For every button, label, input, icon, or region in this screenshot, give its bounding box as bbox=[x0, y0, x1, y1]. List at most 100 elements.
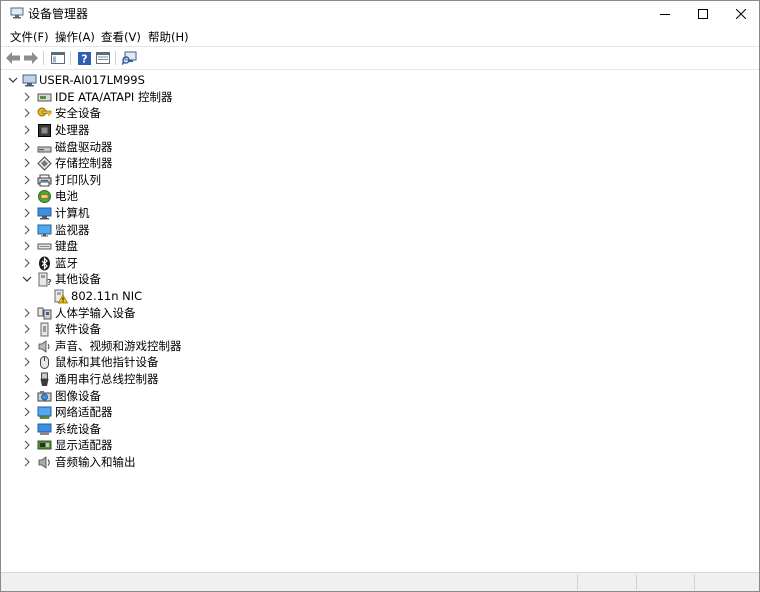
tree-category-label: 鼠标和其他指针设备 bbox=[55, 355, 159, 370]
root-computer-name: USER-AI017LM99S bbox=[39, 73, 145, 87]
chevron-right-icon[interactable] bbox=[22, 92, 32, 102]
disk-drive-icon bbox=[37, 146, 52, 153]
usb-icon bbox=[40, 372, 49, 386]
svg-text:?: ? bbox=[47, 278, 52, 287]
tree-category-label: 磁盘驱动器 bbox=[55, 139, 113, 154]
computer-icon bbox=[37, 207, 52, 220]
help-button[interactable]: ? bbox=[75, 49, 93, 67]
status-bar bbox=[1, 572, 759, 591]
tree-category-label: 存储控制器 bbox=[55, 156, 113, 171]
tree-category-label: 声音、视频和游戏控制器 bbox=[55, 338, 182, 353]
chevron-right-icon[interactable] bbox=[22, 191, 32, 201]
forward-button[interactable] bbox=[22, 49, 40, 67]
toolbar-separator bbox=[70, 51, 71, 65]
menu-file[interactable]: 文件(F) bbox=[10, 28, 49, 46]
tree-category-label: 软件设备 bbox=[55, 322, 101, 337]
network-adapter-icon bbox=[37, 406, 52, 419]
close-icon bbox=[736, 9, 746, 19]
show-console-tree-button[interactable] bbox=[49, 49, 67, 67]
minimize-button[interactable] bbox=[647, 1, 683, 27]
tree-category-label: 图像设备 bbox=[55, 388, 101, 403]
properties-icon bbox=[96, 52, 110, 64]
scan-hardware-button[interactable] bbox=[120, 49, 138, 67]
back-arrow-icon bbox=[6, 52, 20, 64]
hid-icon bbox=[37, 307, 52, 320]
tree-category-label: 通用串行总线控制器 bbox=[55, 372, 159, 386]
tree-device-label: 802.11n NIC bbox=[71, 289, 143, 303]
chevron-right-icon[interactable] bbox=[22, 424, 32, 434]
properties-button[interactable] bbox=[94, 49, 112, 67]
tree-category-label: 网络适配器 bbox=[55, 405, 113, 420]
toolbar: ? bbox=[1, 46, 759, 70]
tree-category-label: 系统设备 bbox=[55, 421, 101, 436]
maximize-button[interactable] bbox=[685, 1, 721, 27]
menu-bar: 文件(F) 操作(A) 查看(V) 帮助(H) bbox=[1, 28, 759, 46]
maximize-icon bbox=[698, 9, 708, 19]
chevron-right-icon[interactable] bbox=[22, 391, 32, 401]
menu-help[interactable]: 帮助(H) bbox=[148, 28, 189, 46]
minimize-icon bbox=[660, 14, 670, 15]
chevron-right-icon[interactable] bbox=[22, 158, 32, 168]
tree-category-label: 其他设备 bbox=[55, 272, 101, 287]
chevron-down-icon[interactable] bbox=[22, 274, 32, 284]
close-button[interactable] bbox=[723, 1, 759, 27]
tree-category-label: 处理器 bbox=[55, 123, 90, 137]
chevron-right-icon[interactable] bbox=[22, 142, 32, 152]
camera-icon bbox=[37, 390, 52, 402]
chevron-right-icon[interactable] bbox=[22, 308, 32, 318]
scan-hardware-icon bbox=[121, 51, 136, 65]
chevron-right-icon[interactable] bbox=[22, 374, 32, 384]
chevron-right-icon[interactable] bbox=[22, 407, 32, 417]
chevron-right-icon[interactable] bbox=[22, 108, 32, 118]
back-button[interactable] bbox=[4, 49, 22, 67]
tree-category-label: 计算机 bbox=[55, 206, 90, 220]
tree-category-label: 音频输入和输出 bbox=[55, 455, 136, 469]
computer-root-icon bbox=[22, 74, 37, 87]
status-bar-divider bbox=[636, 575, 637, 590]
chevron-right-icon[interactable] bbox=[22, 125, 32, 135]
system-device-icon bbox=[37, 423, 52, 435]
other-devices-icon: ? bbox=[38, 272, 52, 287]
tree-category-label: 人体学输入设备 bbox=[55, 305, 136, 320]
storage-controller-icon bbox=[37, 156, 52, 171]
chevron-right-icon[interactable] bbox=[22, 324, 32, 334]
keyboard-icon bbox=[37, 243, 52, 250]
tree-category-label: 键盘 bbox=[55, 239, 78, 254]
svg-text:?: ? bbox=[81, 52, 87, 65]
audio-io-icon bbox=[38, 456, 50, 469]
tree-category-label: 监视器 bbox=[55, 222, 90, 237]
ide-controller-icon bbox=[37, 93, 52, 102]
chevron-right-icon[interactable] bbox=[22, 241, 32, 251]
chevron-right-icon[interactable] bbox=[22, 440, 32, 450]
mouse-icon bbox=[40, 356, 49, 370]
chevron-right-icon[interactable] bbox=[22, 341, 32, 351]
window-title: 设备管理器 bbox=[28, 7, 89, 21]
warning-device-icon bbox=[54, 289, 68, 304]
display-adapter-icon bbox=[37, 440, 52, 450]
title-bar[interactable]: 设备管理器 bbox=[1, 1, 759, 27]
tree-category-label: IDE ATA/ATAPI 控制器 bbox=[55, 89, 173, 104]
speaker-icon bbox=[38, 339, 50, 353]
printer-icon bbox=[37, 174, 52, 187]
chevron-right-icon[interactable] bbox=[22, 357, 32, 367]
status-bar-divider bbox=[577, 575, 578, 590]
menu-action[interactable]: 操作(A) bbox=[55, 28, 95, 46]
toolbar-separator bbox=[43, 51, 44, 65]
chevron-down-icon[interactable] bbox=[8, 75, 18, 85]
forward-arrow-icon bbox=[24, 52, 38, 64]
chevron-right-icon[interactable] bbox=[22, 258, 32, 268]
chevron-right-icon[interactable] bbox=[22, 208, 32, 218]
tree-category-label: 显示适配器 bbox=[55, 438, 113, 453]
software-device-icon bbox=[40, 322, 49, 337]
device-manager-window: 设备管理器 文件(F) 操作(A) 查看(V) 帮助(H) ? USER-AI0… bbox=[0, 0, 760, 592]
menu-view[interactable]: 查看(V) bbox=[101, 28, 141, 46]
chevron-right-icon[interactable] bbox=[22, 225, 32, 235]
status-bar-divider bbox=[694, 575, 695, 590]
toolbar-separator bbox=[115, 51, 116, 65]
processor-icon bbox=[38, 124, 51, 137]
battery-icon bbox=[38, 190, 51, 204]
help-icon: ? bbox=[77, 51, 91, 65]
chevron-right-icon[interactable] bbox=[22, 175, 32, 185]
tree-category-label: 安全设备 bbox=[55, 106, 101, 121]
chevron-right-icon[interactable] bbox=[22, 457, 32, 467]
